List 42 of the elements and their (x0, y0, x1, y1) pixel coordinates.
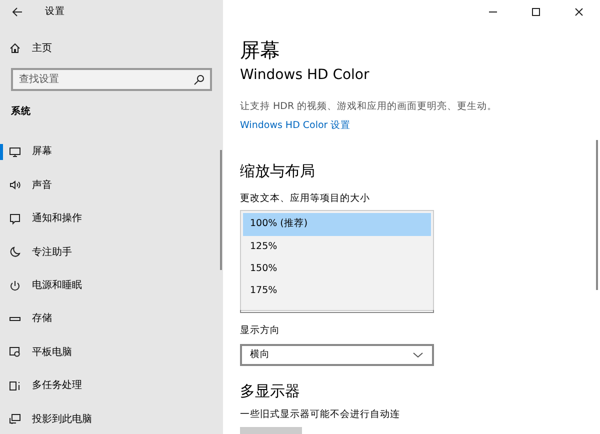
section-heading: 缩放与布局 (240, 160, 316, 182)
scrollbar[interactable] (220, 150, 222, 270)
monitor-icon (9, 146, 21, 158)
home-icon (9, 42, 21, 54)
close-icon[interactable] (572, 6, 584, 18)
section-heading: 系统 (11, 105, 32, 119)
speaker-icon (9, 179, 21, 192)
sidebar-item[interactable]: 专注助手 (0, 235, 223, 269)
page-title: 屏幕 (240, 37, 281, 63)
moon-icon (9, 246, 21, 258)
field-label: 更改文本、应用等项目的大小 (240, 192, 371, 206)
section-heading: Windows HD Color (240, 66, 370, 85)
description-text: 一些旧式显示器可能不会进行自动连 (240, 408, 401, 422)
field-label: 显示方向 (240, 324, 281, 338)
dropdown-option[interactable]: 175% (243, 280, 431, 302)
tablet-icon (9, 346, 21, 358)
multitask-icon (9, 380, 21, 392)
maximize-icon[interactable] (530, 6, 542, 18)
sidebar-item[interactable]: 通知和操作 (0, 202, 223, 236)
sidebar-item[interactable]: 多任务处理 (0, 368, 223, 402)
dropdown-option[interactable]: 100% (推荐) (243, 213, 431, 236)
orientation-dropdown[interactable]: 横向 (240, 344, 434, 366)
message-icon (9, 212, 21, 225)
scrollbar[interactable] (596, 140, 598, 290)
search-field[interactable]: 查找设置 (11, 68, 212, 91)
sidebar-item[interactable]: 屏幕 (0, 135, 223, 169)
home-nav-item[interactable]: 主页 (0, 34, 223, 62)
back-arrow-icon (11, 6, 23, 18)
power-icon (9, 280, 21, 292)
projector-icon (9, 413, 21, 426)
sidebar-item[interactable]: 平板电脑 (0, 336, 223, 369)
sidebar-item[interactable]: 投影到此电脑 (0, 402, 223, 434)
settings-link[interactable]: Windows HD Color 设置 (240, 119, 351, 134)
description-text: 让支持 HDR 的视频、游戏和应用的画面更明亮、更生动。 (240, 100, 498, 114)
dropdown-option[interactable]: 125% (243, 236, 431, 258)
sidebar-item[interactable]: 声音 (0, 168, 223, 202)
search-icon (193, 74, 205, 86)
dropdown-option[interactable]: 150% (243, 258, 431, 280)
sidebar-item[interactable]: 存储 (0, 302, 223, 336)
window-title: 设置 (45, 4, 65, 19)
sidebar-item[interactable]: 电源和睡眠 (0, 268, 223, 302)
section-heading: 多显示器 (240, 380, 301, 402)
